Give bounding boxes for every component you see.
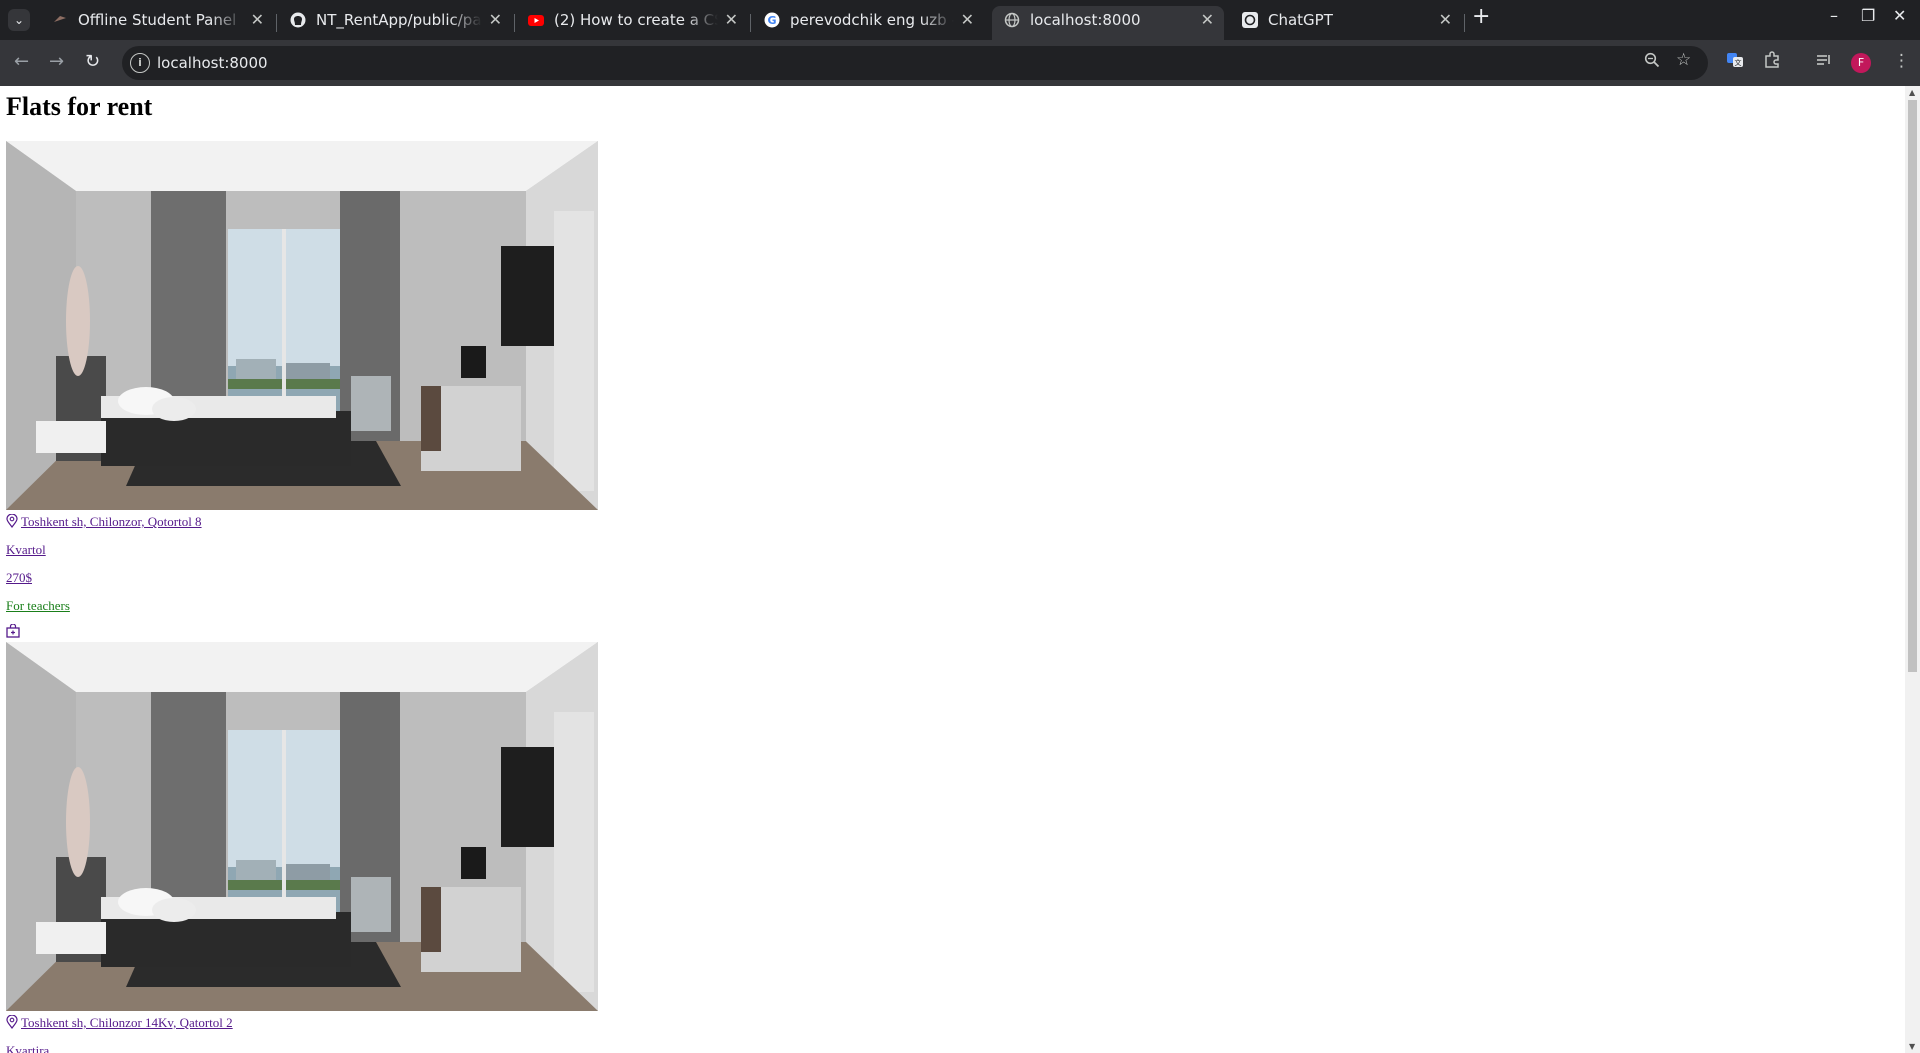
forward-arrow-icon[interactable]: → xyxy=(49,51,64,72)
close-icon[interactable]: ✕ xyxy=(489,6,502,34)
location-pin-icon xyxy=(6,1014,18,1029)
google-icon: G xyxy=(764,12,780,28)
feather-icon xyxy=(52,12,68,28)
close-icon[interactable]: ✕ xyxy=(251,6,264,34)
listing-type-link[interactable]: Kvartol xyxy=(6,542,46,558)
tab-separator xyxy=(276,14,277,32)
profile-avatar[interactable]: F xyxy=(1851,53,1871,73)
scrollbar-thumb[interactable] xyxy=(1908,100,1917,672)
scroll-down-arrow-icon[interactable]: ▼ xyxy=(1909,1042,1915,1051)
svg-text:文: 文 xyxy=(1735,58,1742,67)
page-viewport: Flats for rent Toshkent sh, Chilonzor, Q… xyxy=(0,86,1905,1053)
page-scrollbar[interactable]: ▲ ▼ xyxy=(1905,86,1920,1053)
listing-audience-link[interactable]: For teachers xyxy=(6,598,70,614)
back-arrow-icon[interactable]: ← xyxy=(14,51,29,72)
tab-chatgpt[interactable]: ChatGPT ✕ xyxy=(1230,6,1462,40)
listing-location-link[interactable]: Toshkent sh, Chilonzor, Qotortol 8 xyxy=(6,513,202,530)
github-icon xyxy=(290,12,306,28)
youtube-icon xyxy=(528,12,544,28)
address-bar[interactable]: i localhost:8000 ☆ xyxy=(122,46,1708,80)
listing-location: Toshkent sh, Chilonzor, Qotortol 8 xyxy=(21,514,202,529)
tab-strip: ⌄ Offline Student Panel ✕ NT_RentApp/pub… xyxy=(0,0,1920,40)
flat-photo[interactable] xyxy=(6,642,598,1011)
tab-youtube[interactable]: (2) How to create a CSS menu ✕ xyxy=(516,6,748,40)
restore-icon[interactable]: ❐ xyxy=(1861,6,1875,25)
shopping-bag-icon[interactable] xyxy=(6,623,20,642)
svg-text:G: G xyxy=(767,14,776,27)
bookmark-star-icon[interactable]: ☆ xyxy=(1676,50,1691,70)
listing-type-link[interactable]: Kvartira xyxy=(6,1043,49,1053)
page-title: Flats for rent xyxy=(6,92,153,121)
listing-price-link[interactable]: 270$ xyxy=(6,570,32,586)
tab-separator xyxy=(514,14,515,32)
listing-location: Toshkent sh, Chilonzor 14Kv, Qatortol 2 xyxy=(21,1015,233,1030)
flat-photo[interactable] xyxy=(6,141,598,510)
listing-location-link[interactable]: Toshkent sh, Chilonzor 14Kv, Qatortol 2 xyxy=(6,1014,233,1031)
globe-icon xyxy=(1004,12,1020,28)
reload-icon[interactable]: ↻ xyxy=(85,51,100,72)
tab-title: (2) How to create a CSS menu xyxy=(554,11,718,29)
close-window-icon[interactable]: ✕ xyxy=(1893,6,1906,25)
tab-title: NT_RentApp/public/partials xyxy=(316,11,482,29)
tab-title: localhost:8000 xyxy=(1030,11,1141,29)
location-pin-icon xyxy=(6,513,18,528)
tab-title: ChatGPT xyxy=(1268,11,1333,29)
kebab-menu-icon[interactable]: ⋮ xyxy=(1893,51,1910,71)
chatgpt-icon xyxy=(1242,12,1258,28)
scroll-up-arrow-icon[interactable]: ▲ xyxy=(1909,88,1915,97)
tab-search-button[interactable]: ⌄ xyxy=(8,9,30,31)
close-icon[interactable]: ✕ xyxy=(961,6,974,34)
info-icon[interactable]: i xyxy=(130,53,150,73)
tab-google[interactable]: G perevodchik eng uzb - Поиск ✕ xyxy=(752,6,984,40)
tab-separator xyxy=(1464,14,1465,32)
url-text[interactable]: localhost:8000 xyxy=(157,46,268,80)
tab-github[interactable]: NT_RentApp/public/partials ✕ xyxy=(278,6,512,40)
minimize-icon[interactable]: – xyxy=(1830,6,1838,25)
extensions-puzzle-icon[interactable] xyxy=(1763,51,1781,74)
close-icon[interactable]: ✕ xyxy=(725,6,738,34)
translate-icon[interactable]: 文 xyxy=(1726,51,1744,74)
tab-offline-student-panel[interactable]: Offline Student Panel ✕ xyxy=(40,6,274,40)
tab-localhost[interactable]: localhost:8000 ✕ xyxy=(992,6,1224,40)
browser-toolbar: ← → ↻ i localhost:8000 ☆ 文 F ⋮ xyxy=(0,40,1920,86)
media-queue-icon[interactable] xyxy=(1815,51,1833,74)
tab-title: Offline Student Panel xyxy=(78,11,237,29)
close-icon[interactable]: ✕ xyxy=(1201,6,1214,34)
close-icon[interactable]: ✕ xyxy=(1439,6,1452,34)
tab-title: perevodchik eng uzb - Поиск xyxy=(790,11,954,29)
new-tab-button[interactable]: + xyxy=(1472,4,1490,29)
tab-separator xyxy=(750,14,751,32)
zoom-icon[interactable] xyxy=(1644,52,1660,73)
